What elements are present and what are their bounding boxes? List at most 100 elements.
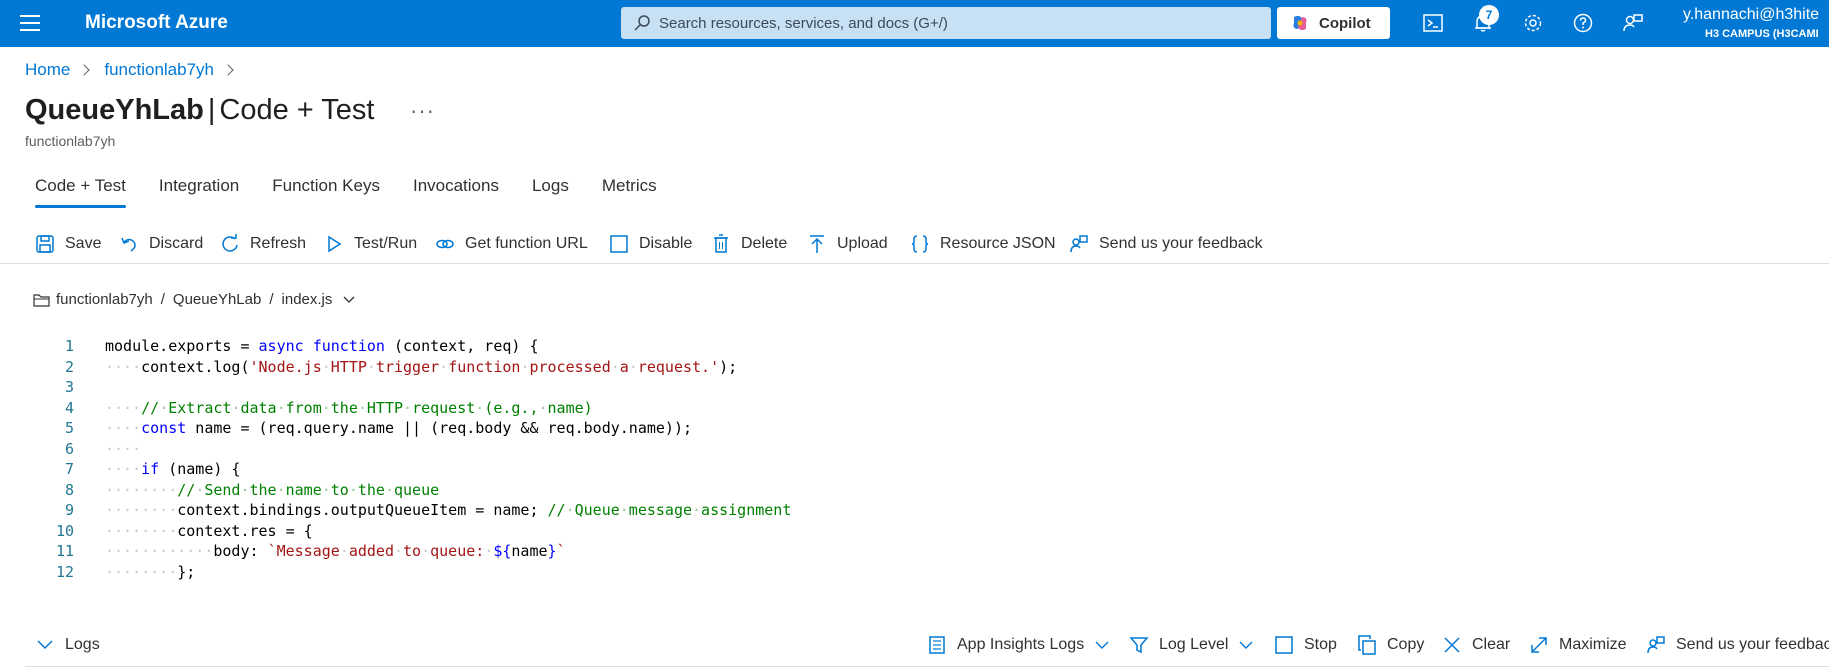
resource-json-label: Resource JSON — [940, 235, 1056, 252]
link-icon — [436, 239, 454, 249]
page-subtitle: functionlab7yh — [25, 133, 116, 149]
filter-icon — [1129, 637, 1149, 654]
tab-bar: Code + Test Integration Function Keys In… — [35, 176, 690, 208]
undo-icon — [121, 237, 136, 252]
tab-code-test[interactable]: Code + Test — [35, 176, 126, 208]
save-button[interactable]: Save — [35, 230, 101, 258]
resource-json-button[interactable]: Resource JSON — [910, 230, 1056, 258]
clear-label: Clear — [1472, 636, 1511, 653]
document-list-icon — [929, 636, 945, 654]
stop-icon — [1275, 636, 1293, 654]
log-level-label: Log Level — [1159, 636, 1229, 653]
chevron-right-icon — [222, 64, 234, 76]
play-icon — [328, 235, 342, 253]
notification-badge: 7 — [1479, 5, 1499, 25]
more-options-button[interactable]: ··· — [410, 98, 435, 124]
path-separator: / — [160, 291, 165, 308]
breadcrumb: Home functionlab7yh — [25, 60, 248, 80]
brand-title[interactable]: Microsoft Azure — [85, 12, 228, 34]
logs-label: Logs — [65, 636, 100, 653]
search-input[interactable]: Search resources, services, and docs (G+… — [621, 7, 1271, 39]
function-name: QueueYhLab — [25, 94, 204, 126]
blade-name: Code + Test — [219, 94, 375, 126]
send-feedback-label: Send us your feedback — [1099, 235, 1263, 252]
folder-icon — [33, 293, 50, 307]
cloud-shell-icon[interactable] — [1422, 12, 1444, 34]
refresh-icon — [222, 234, 238, 252]
disable-button[interactable]: Disable — [609, 230, 692, 258]
get-function-url-button[interactable]: Get function URL — [435, 230, 588, 258]
upload-icon — [810, 235, 824, 253]
tab-function-keys[interactable]: Function Keys — [272, 176, 380, 207]
feedback-icon[interactable] — [1622, 12, 1644, 34]
chevron-down-icon — [37, 640, 53, 650]
get-function-url-label: Get function URL — [465, 235, 588, 252]
maximize-label: Maximize — [1559, 636, 1627, 653]
maximize-button[interactable]: Maximize — [1529, 631, 1627, 659]
logs-toggle-button[interactable]: Logs — [35, 631, 100, 659]
top-bar: Microsoft Azure Search resources, servic… — [0, 0, 1829, 47]
braces-icon — [911, 235, 929, 253]
breadcrumb-app[interactable]: functionlab7yh — [104, 60, 214, 80]
app-insights-logs-label: App Insights Logs — [957, 636, 1085, 653]
path-separator: / — [269, 291, 274, 308]
chevron-right-icon — [78, 64, 91, 76]
help-icon[interactable] — [1572, 12, 1594, 34]
checkbox-icon — [610, 235, 628, 253]
test-run-button[interactable]: Test/Run — [324, 230, 417, 258]
delete-button[interactable]: Delete — [711, 230, 787, 258]
settings-gear-icon[interactable] — [1522, 12, 1544, 34]
code-line[interactable]: 12 ········}; — [0, 560, 1829, 584]
delete-label: Delete — [741, 235, 788, 252]
chevron-down-icon[interactable] — [342, 293, 356, 307]
send-feedback-logs-label: Send us your feedbac — [1676, 636, 1829, 653]
copy-icon — [1358, 635, 1376, 655]
line-number: 12 — [55, 562, 74, 581]
file-path-selector[interactable]: functionlab7yh / QueueYhLab / index.js — [33, 291, 356, 308]
command-bar: Save Discard Refresh Test/Run Get functi… — [0, 224, 1829, 264]
path-app: functionlab7yh — [56, 291, 153, 308]
breadcrumb-home[interactable]: Home — [25, 60, 70, 80]
chevron-down-icon — [1239, 641, 1253, 649]
menu-icon[interactable] — [20, 15, 40, 31]
copilot-label: Copilot — [1319, 15, 1371, 32]
tab-metrics[interactable]: Metrics — [602, 176, 657, 207]
user-account-name[interactable]: y.hannachi@h3hite — [1683, 6, 1819, 24]
tab-integration[interactable]: Integration — [159, 176, 239, 207]
feedback-icon — [1647, 636, 1665, 654]
code-text: ········}; — [105, 562, 196, 581]
title-separator: | — [207, 94, 216, 126]
close-icon — [1444, 637, 1460, 653]
log-level-dropdown[interactable]: Log Level — [1129, 631, 1254, 659]
clear-button[interactable]: Clear — [1442, 631, 1510, 659]
send-feedback-button[interactable]: Send us your feedback — [1069, 230, 1263, 258]
app-insights-logs-dropdown[interactable]: App Insights Logs — [927, 631, 1110, 659]
tab-invocations[interactable]: Invocations — [413, 176, 499, 207]
refresh-button[interactable]: Refresh — [220, 230, 306, 258]
save-icon — [36, 235, 54, 253]
copy-label: Copy — [1387, 636, 1425, 653]
path-function: QueueYhLab — [172, 291, 262, 308]
logs-bar: Logs App Insights Logs Log Level Stop Co… — [0, 627, 1829, 667]
send-feedback-logs-button[interactable]: Send us your feedbac — [1646, 631, 1829, 659]
code-editor[interactable]: 1 module.exports = async function (contex… — [0, 334, 1829, 620]
tab-logs[interactable]: Logs — [532, 176, 569, 207]
path-file: index.js — [281, 291, 333, 308]
stop-label: Stop — [1304, 636, 1337, 653]
stop-button[interactable]: Stop — [1274, 631, 1337, 659]
copilot-icon — [1293, 15, 1307, 31]
discard-button[interactable]: Discard — [119, 230, 203, 258]
copy-button[interactable]: Copy — [1357, 631, 1424, 659]
search-placeholder: Search resources, services, and docs (G+… — [659, 15, 948, 32]
page-title: QueueYhLab | Code + Test — [25, 94, 374, 127]
tenant-name: H3 CAMPUS (H3CAMI — [1705, 28, 1819, 40]
upload-button[interactable]: Upload — [807, 230, 888, 258]
feedback-icon — [1070, 235, 1088, 253]
test-run-label: Test/Run — [354, 235, 418, 252]
search-icon — [634, 15, 650, 31]
disable-label: Disable — [639, 235, 693, 252]
chevron-down-icon — [1095, 641, 1109, 649]
copilot-button[interactable]: Copilot — [1277, 7, 1390, 39]
maximize-icon — [1531, 637, 1547, 653]
discard-label: Discard — [149, 235, 204, 252]
